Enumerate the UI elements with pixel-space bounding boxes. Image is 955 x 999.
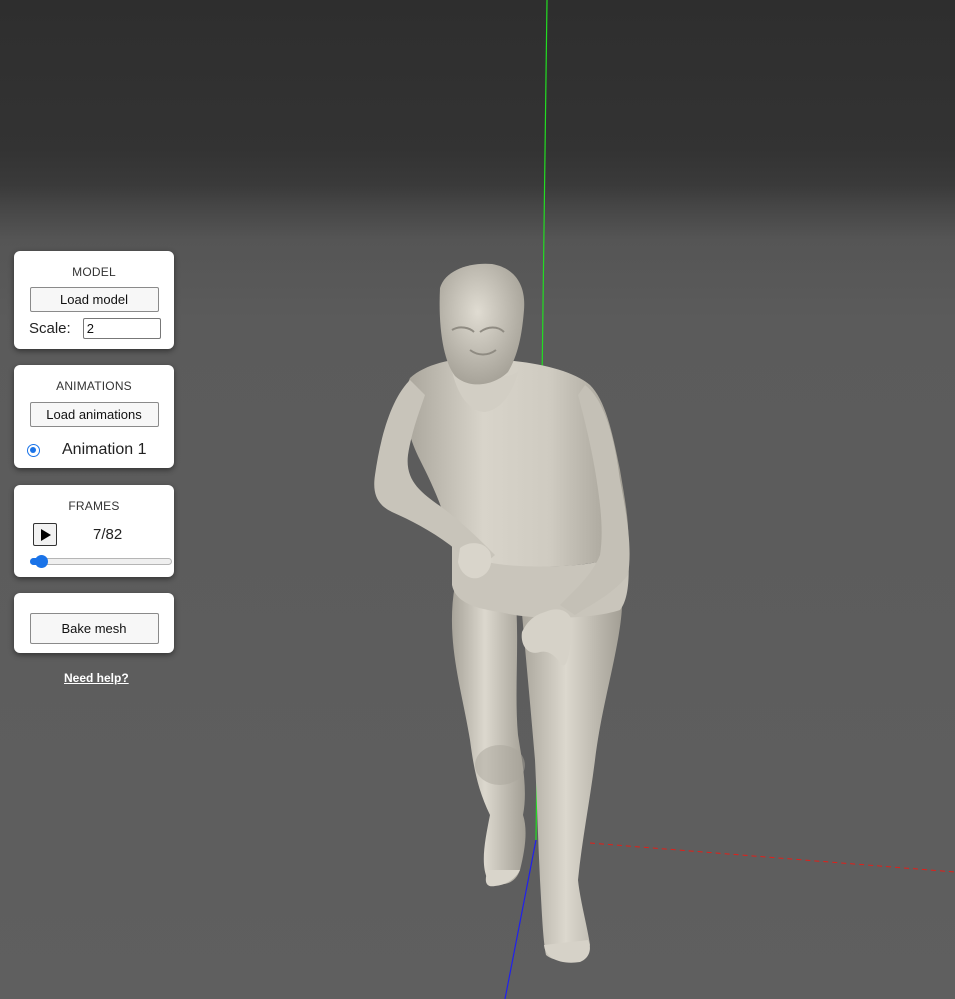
bake-panel: Bake mesh bbox=[14, 593, 174, 653]
animation-label: Animation 1 bbox=[62, 441, 147, 458]
bake-mesh-button[interactable]: Bake mesh bbox=[29, 613, 159, 644]
play-icon bbox=[41, 528, 51, 541]
frame-slider-track bbox=[30, 558, 172, 565]
character-mesh bbox=[374, 263, 630, 963]
scale-input[interactable] bbox=[82, 318, 161, 339]
frames-controls: 7/82 bbox=[14, 523, 174, 546]
model-panel-title: MODEL bbox=[72, 265, 116, 279]
x-axis-line bbox=[589, 842, 955, 873]
load-animations-button[interactable]: Load animations bbox=[29, 402, 159, 427]
frames-panel: FRAMES 7/82 bbox=[14, 485, 174, 577]
scale-label: Scale: bbox=[29, 320, 71, 337]
animation-item[interactable]: Animation 1 bbox=[14, 441, 174, 459]
frames-panel-title: FRAMES bbox=[68, 499, 120, 513]
model-panel: MODEL Load model Scale: bbox=[14, 251, 174, 349]
scale-row: Scale: bbox=[14, 318, 174, 339]
play-button[interactable] bbox=[33, 523, 57, 546]
frame-counter: 7/82 bbox=[93, 526, 123, 543]
frame-slider[interactable] bbox=[30, 554, 172, 568]
load-model-button[interactable]: Load model bbox=[29, 287, 159, 312]
animation-radio[interactable] bbox=[27, 443, 40, 457]
animations-panel: ANIMATIONS Load animations Animation 1 bbox=[14, 365, 174, 468]
animations-panel-title: ANIMATIONS bbox=[56, 379, 132, 393]
need-help-link[interactable]: Need help? bbox=[64, 671, 129, 685]
frame-slider-thumb[interactable] bbox=[34, 555, 48, 568]
